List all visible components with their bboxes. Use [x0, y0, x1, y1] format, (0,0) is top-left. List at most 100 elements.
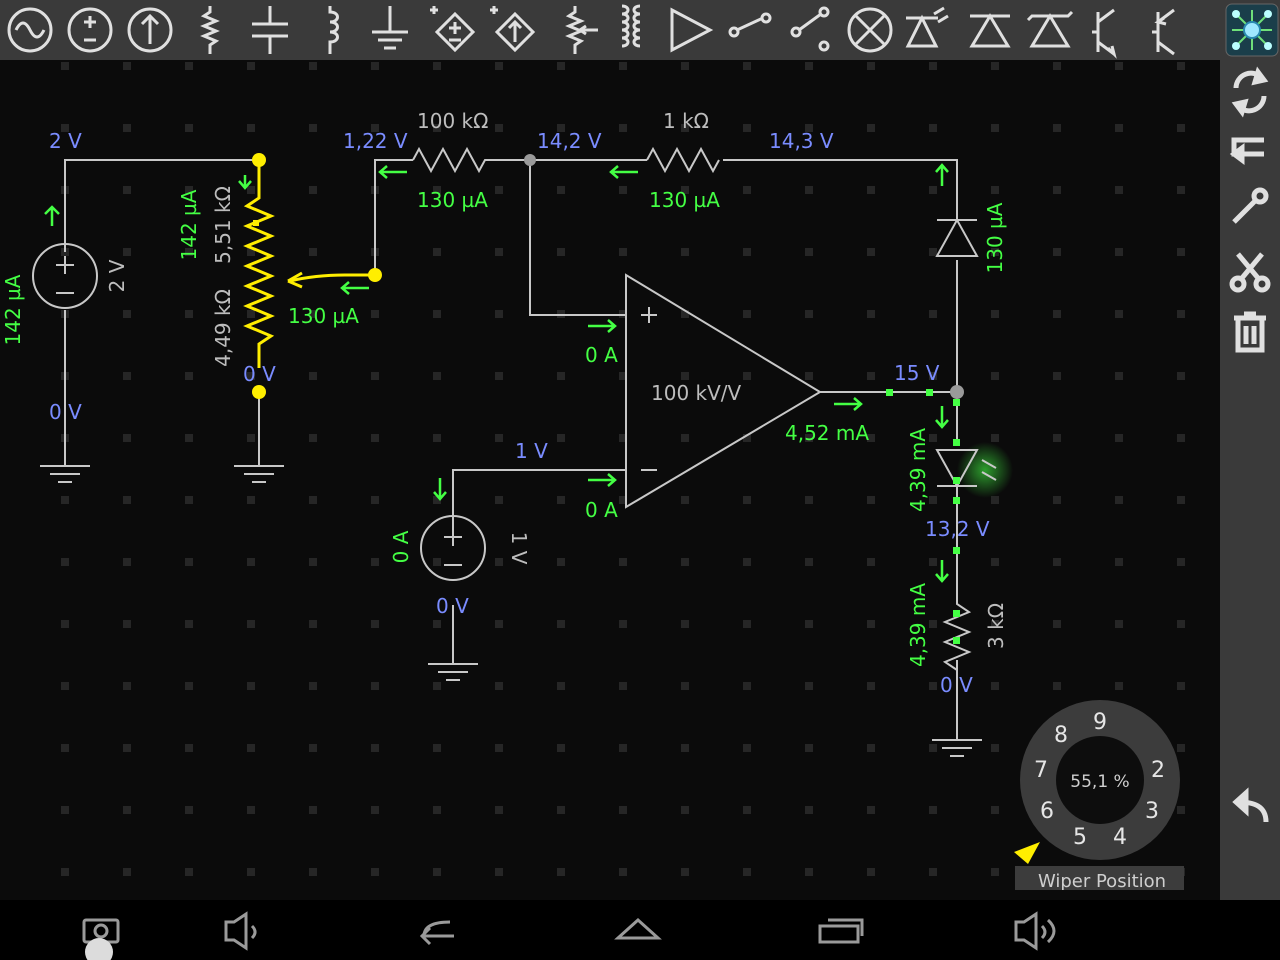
scissors-icon[interactable] — [1229, 252, 1271, 293]
grid-dot — [185, 558, 193, 566]
grid-dot — [805, 682, 813, 690]
switch-spst-icon[interactable] — [728, 12, 772, 38]
grid-dot — [61, 496, 69, 504]
component-value: 1 V — [507, 532, 531, 565]
grid-dot — [123, 124, 131, 132]
grid-dot — [1177, 558, 1185, 566]
grid-dot — [61, 806, 69, 814]
trash-icon[interactable] — [1234, 311, 1266, 353]
current-label: 142 µA — [1, 274, 25, 345]
grid-dot — [433, 248, 441, 256]
rotate-icon[interactable] — [1231, 66, 1269, 118]
npn-transistor-icon[interactable] — [1092, 8, 1117, 59]
grid-dot — [1053, 124, 1061, 132]
ground-icon[interactable] — [372, 6, 408, 50]
grid-dot — [123, 682, 131, 690]
volume-down-icon[interactable] — [224, 911, 257, 951]
grid-dot — [1115, 372, 1123, 380]
grid-dot — [371, 744, 379, 752]
grid-dot — [495, 806, 503, 814]
grid-dot — [495, 248, 503, 256]
dial-number: 4 — [1113, 825, 1127, 850]
grid-dot — [1115, 496, 1123, 504]
grid-dot — [681, 558, 689, 566]
capacitor-icon[interactable] — [252, 6, 288, 54]
lamp-icon[interactable] — [847, 7, 893, 53]
grid-dot — [867, 310, 875, 318]
grid-dot — [991, 310, 999, 318]
grid-dot — [309, 372, 317, 380]
grid-dot — [619, 558, 627, 566]
grid-dot — [867, 124, 875, 132]
grid-dot — [867, 744, 875, 752]
grid-dot — [867, 620, 875, 628]
dial-pointer-icon[interactable] — [1014, 842, 1040, 864]
grid-dot — [309, 868, 317, 876]
grid-dot — [185, 434, 193, 442]
wiper-position-dial[interactable]: 55,1 % 9 8 7 6 5 4 3 2 Wiper Position — [1014, 700, 1184, 890]
grid-dot — [619, 62, 627, 70]
resistor-100k[interactable] — [412, 146, 491, 174]
potentiometer-icon[interactable] — [565, 6, 598, 54]
grid-dot — [929, 186, 937, 194]
grid-dot — [681, 248, 689, 256]
grid-dot — [681, 496, 689, 504]
dependent-voltage-source-icon[interactable] — [430, 6, 476, 53]
grid-dot — [61, 682, 69, 690]
volume-up-icon[interactable] — [1014, 911, 1056, 951]
grid-dot — [1177, 682, 1185, 690]
grid-dot — [805, 496, 813, 504]
current-source-icon[interactable] — [127, 7, 173, 53]
wiper-value: 55,1 % — [1070, 772, 1129, 792]
grid-dot — [805, 372, 813, 380]
app-logo-icon[interactable] — [1224, 2, 1280, 58]
grid-dot — [991, 806, 999, 814]
wrench-icon[interactable] — [1232, 187, 1269, 224]
grid-dot — [1053, 620, 1061, 628]
pnp-transistor-icon[interactable] — [1152, 8, 1175, 56]
mirror-icon[interactable] — [1229, 137, 1264, 165]
component-value: 4,49 kΩ — [211, 289, 235, 367]
diode[interactable] — [935, 210, 979, 257]
grid-dot — [681, 868, 689, 876]
switch-spdt-icon[interactable] — [790, 6, 830, 52]
dial-number: 5 — [1073, 825, 1087, 850]
dependent-current-source-icon[interactable] — [490, 6, 536, 53]
screenshot-icon[interactable] — [82, 918, 120, 960]
dial-number: 3 — [1145, 799, 1159, 824]
grid-dot — [123, 558, 131, 566]
diode-icon[interactable] — [969, 13, 1011, 48]
opamp-icon[interactable] — [670, 7, 714, 53]
transformer-icon[interactable] — [621, 4, 641, 48]
resistor-icon[interactable] — [200, 6, 220, 54]
voltage-label: 0 V — [436, 594, 469, 618]
system-navbar — [0, 900, 1280, 960]
grid-dot — [929, 496, 937, 504]
current-label: 4,39 mA — [906, 583, 930, 667]
current-label: 4,52 mA — [785, 421, 869, 445]
grid-dot — [309, 62, 317, 70]
resistor-1k[interactable] — [646, 146, 720, 174]
grid-dot — [309, 434, 317, 442]
resistor-3k[interactable] — [942, 590, 972, 671]
circuit-canvas[interactable]: 2 V 0 V 0 V 1,22 V 14,2 V 14,3 V 15 V 1 … — [0, 60, 1220, 900]
grid-dot — [1053, 310, 1061, 318]
grid-dot — [433, 434, 441, 442]
grid-dot — [743, 558, 751, 566]
recent-apps-icon[interactable] — [818, 918, 864, 944]
grid-dot — [1053, 682, 1061, 690]
grid-dot — [929, 434, 937, 442]
grid-dot — [929, 62, 937, 70]
grid-dot — [619, 682, 627, 690]
back-icon[interactable] — [419, 920, 454, 946]
voltage-label: 1 V — [515, 439, 548, 463]
home-icon[interactable] — [614, 917, 662, 940]
grid-dot — [433, 806, 441, 814]
zener-diode-icon[interactable] — [1026, 10, 1074, 48]
dc-voltage-source-icon[interactable] — [67, 7, 113, 53]
inductor-icon[interactable] — [328, 6, 339, 54]
led-icon[interactable] — [905, 6, 949, 48]
undo-icon[interactable] — [1232, 787, 1269, 823]
voltage-label: 14,2 V — [537, 129, 602, 153]
ac-source-icon[interactable] — [7, 7, 53, 53]
